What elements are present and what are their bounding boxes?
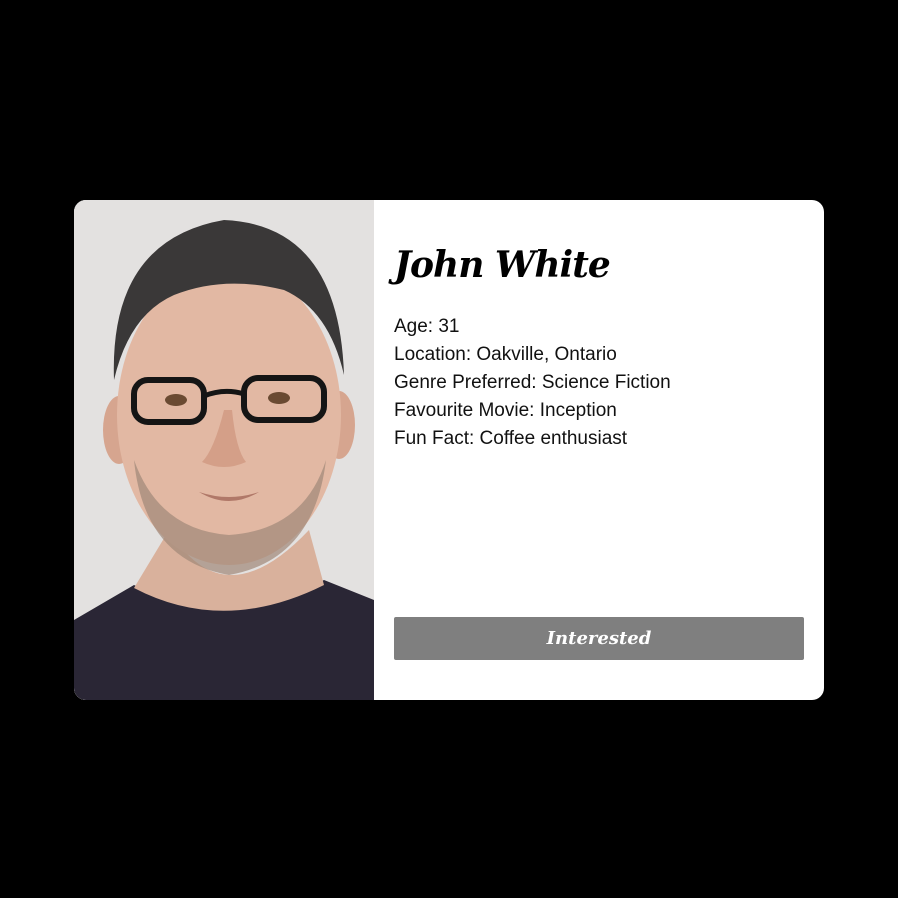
profile-photo bbox=[74, 200, 374, 700]
profile-details: Age: 31 Location: Oakville, Ontario Genr… bbox=[394, 313, 671, 453]
detail-genre: Genre Preferred: Science Fiction bbox=[394, 372, 671, 393]
detail-location: Location: Oakville, Ontario bbox=[394, 344, 617, 365]
interested-button[interactable]: Interested bbox=[394, 617, 804, 660]
detail-age: Age: 31 bbox=[394, 316, 460, 337]
profile-photo-illustration bbox=[74, 200, 374, 700]
detail-favourite-movie: Favourite Movie: Inception bbox=[394, 400, 617, 421]
detail-fun-fact: Fun Fact: Coffee enthusiast bbox=[394, 428, 628, 449]
profile-card: John White Age: 31 Location: Oakville, O… bbox=[74, 200, 824, 700]
profile-name: John White bbox=[394, 244, 611, 286]
profile-info: John White Age: 31 Location: Oakville, O… bbox=[374, 200, 824, 700]
